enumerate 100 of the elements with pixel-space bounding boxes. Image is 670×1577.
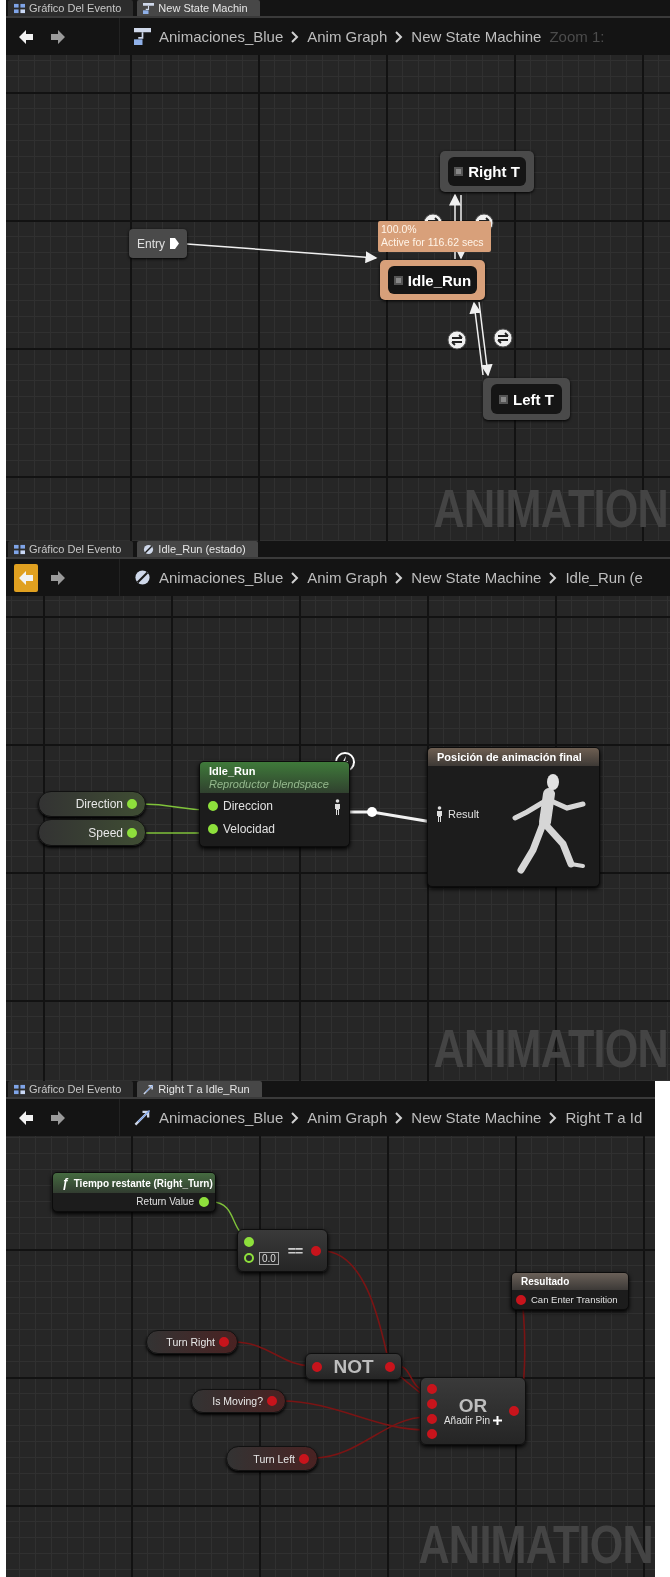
node-title: Posición de animación final: [437, 751, 583, 763]
pin-icon: [127, 827, 137, 838]
pin-label: Direccion: [223, 799, 273, 813]
chevron-icon: [395, 30, 404, 43]
function-node[interactable]: ƒ Tiempo restante (Right_Turn) Return Value: [52, 1172, 216, 1212]
back-arrow-icon: [18, 28, 34, 45]
pin-label: Velocidad: [223, 822, 276, 836]
variable-node[interactable]: Turn Right: [146, 1330, 238, 1354]
pin-icon: [427, 1398, 437, 1409]
slashed-circle-icon: [143, 543, 155, 555]
variable-label: Direction: [75, 797, 123, 811]
variable-label: Turn Left: [253, 1452, 295, 1465]
breadcrumb-link[interactable]: New State Machine: [411, 569, 542, 586]
editor-tab[interactable]: Idle_Run (estado): [137, 541, 258, 557]
pin-icon: [219, 1337, 229, 1347]
pin-icon: [267, 1396, 277, 1406]
value-field[interactable]: 0.0: [259, 1251, 279, 1265]
variable-node[interactable]: Speed: [38, 819, 146, 846]
grid-icon: [14, 543, 25, 555]
pin-icon: [427, 1413, 437, 1424]
editor-tab[interactable]: Gráfico Del Evento: [8, 0, 134, 16]
pin-icon: [199, 1196, 209, 1207]
tree-icon: [143, 2, 155, 14]
pin-icon: [244, 1236, 254, 1247]
figure-icon: [436, 805, 443, 823]
pin-icon: [208, 801, 218, 811]
back-arrow-icon: [18, 569, 34, 586]
status-text: 100.0%: [381, 223, 418, 236]
transition-icon: [447, 330, 467, 350]
tree-icon: [134, 28, 151, 45]
state-label: Right T: [468, 163, 520, 180]
square-icon: [454, 167, 464, 176]
pin-icon: [311, 1245, 321, 1256]
state-label: Left T: [513, 390, 554, 408]
forward-arrow-icon: [50, 569, 66, 586]
blendspace-node[interactable]: Idle_Run Reproductor blendspace Direccion Velocidad: [199, 761, 350, 847]
chevron-icon: [549, 571, 558, 584]
forward-arrow-icon: [50, 28, 66, 45]
breadcrumb-link[interactable]: New State Machine: [411, 1109, 542, 1126]
grid-icon: [14, 2, 25, 14]
output-pose-node[interactable]: Posición de animación final Result: [427, 747, 600, 887]
pin-icon: [427, 1383, 437, 1394]
editor-tab[interactable]: Right T a Idle_Run: [137, 1081, 262, 1097]
entry-label: Entry: [137, 236, 165, 251]
plus-icon: [493, 1416, 503, 1425]
breadcrumb-link[interactable]: Anim Graph: [307, 569, 388, 586]
node-title: Resultado: [521, 1276, 571, 1287]
pin-icon: [385, 1361, 395, 1372]
variable-label: Turn Right: [166, 1336, 215, 1348]
variable-node[interactable]: Is Moving?: [191, 1389, 286, 1413]
breadcrumb-link[interactable]: Anim Graph: [307, 28, 388, 45]
variable-label: Speed: [88, 825, 123, 840]
editor-tab[interactable]: New State Machin: [137, 0, 260, 16]
breadcrumb-link[interactable]: New State Machine: [411, 28, 542, 45]
breadcrumb-link[interactable]: Animaciones_Blue: [159, 1109, 284, 1126]
pin-icon: [312, 1361, 322, 1372]
editor-tab[interactable]: Gráfico Del Evento: [8, 1081, 134, 1097]
variable-node[interactable]: Turn Left: [226, 1446, 318, 1471]
breadcrumb-link[interactable]: Animaciones_Blue: [159, 569, 284, 586]
logic-node[interactable]: NOT: [305, 1353, 402, 1380]
breadcrumb-link[interactable]: Idle_Run (e: [565, 569, 643, 586]
pin-icon: [516, 1294, 526, 1305]
node-title: Idle_Run: [209, 765, 257, 777]
pin-icon: [427, 1428, 437, 1439]
state-node[interactable]: Idle_Run: [380, 260, 485, 300]
logic-label: NOT: [333, 1357, 374, 1376]
figure-icon: [334, 799, 341, 816]
entry-node[interactable]: Entry: [129, 229, 187, 258]
state-node[interactable]: Right T: [440, 151, 534, 192]
breadcrumb-link[interactable]: Right T a Id: [565, 1109, 643, 1126]
function-icon: ƒ: [62, 1176, 69, 1190]
pin-icon: [127, 799, 137, 809]
editor-tab[interactable]: Gráfico Del Evento: [8, 541, 134, 557]
square-icon: [393, 275, 403, 285]
back-button[interactable]: [14, 563, 38, 592]
variable-node[interactable]: Direction: [38, 791, 146, 817]
operator-label: ==: [287, 1242, 303, 1259]
add-pin-label: Añadir Pin: [443, 1415, 491, 1426]
grid-icon: [14, 1083, 25, 1095]
chevron-icon: [395, 571, 404, 584]
pin-icon: [208, 824, 218, 834]
pin-icon: [244, 1253, 254, 1263]
compare-node[interactable]: 0.0 ==: [237, 1229, 328, 1272]
chevron-icon: [395, 1111, 404, 1124]
pin-icon: [299, 1453, 309, 1464]
node-title: Tiempo restante (Right_Turn): [73, 1177, 213, 1189]
result-node[interactable]: Resultado Can Enter Transition: [511, 1272, 629, 1310]
state-node[interactable]: Left T: [483, 378, 570, 420]
transition-icon: [493, 328, 513, 348]
breadcrumb-link[interactable]: Anim Graph: [307, 1109, 388, 1126]
pin-icon: [509, 1406, 519, 1416]
square-icon: [499, 394, 509, 404]
logic-node[interactable]: OR Añadir Pin: [420, 1377, 526, 1445]
back-arrow-icon: [18, 1109, 34, 1126]
entry-pin-icon: [170, 238, 179, 249]
chevron-icon: [291, 1111, 300, 1124]
slashed-circle-icon: [134, 569, 151, 586]
zoom-label: Zoom 1:: [549, 28, 605, 45]
forward-arrow-icon: [50, 1109, 66, 1126]
breadcrumb-link[interactable]: Animaciones_Blue: [159, 28, 284, 45]
